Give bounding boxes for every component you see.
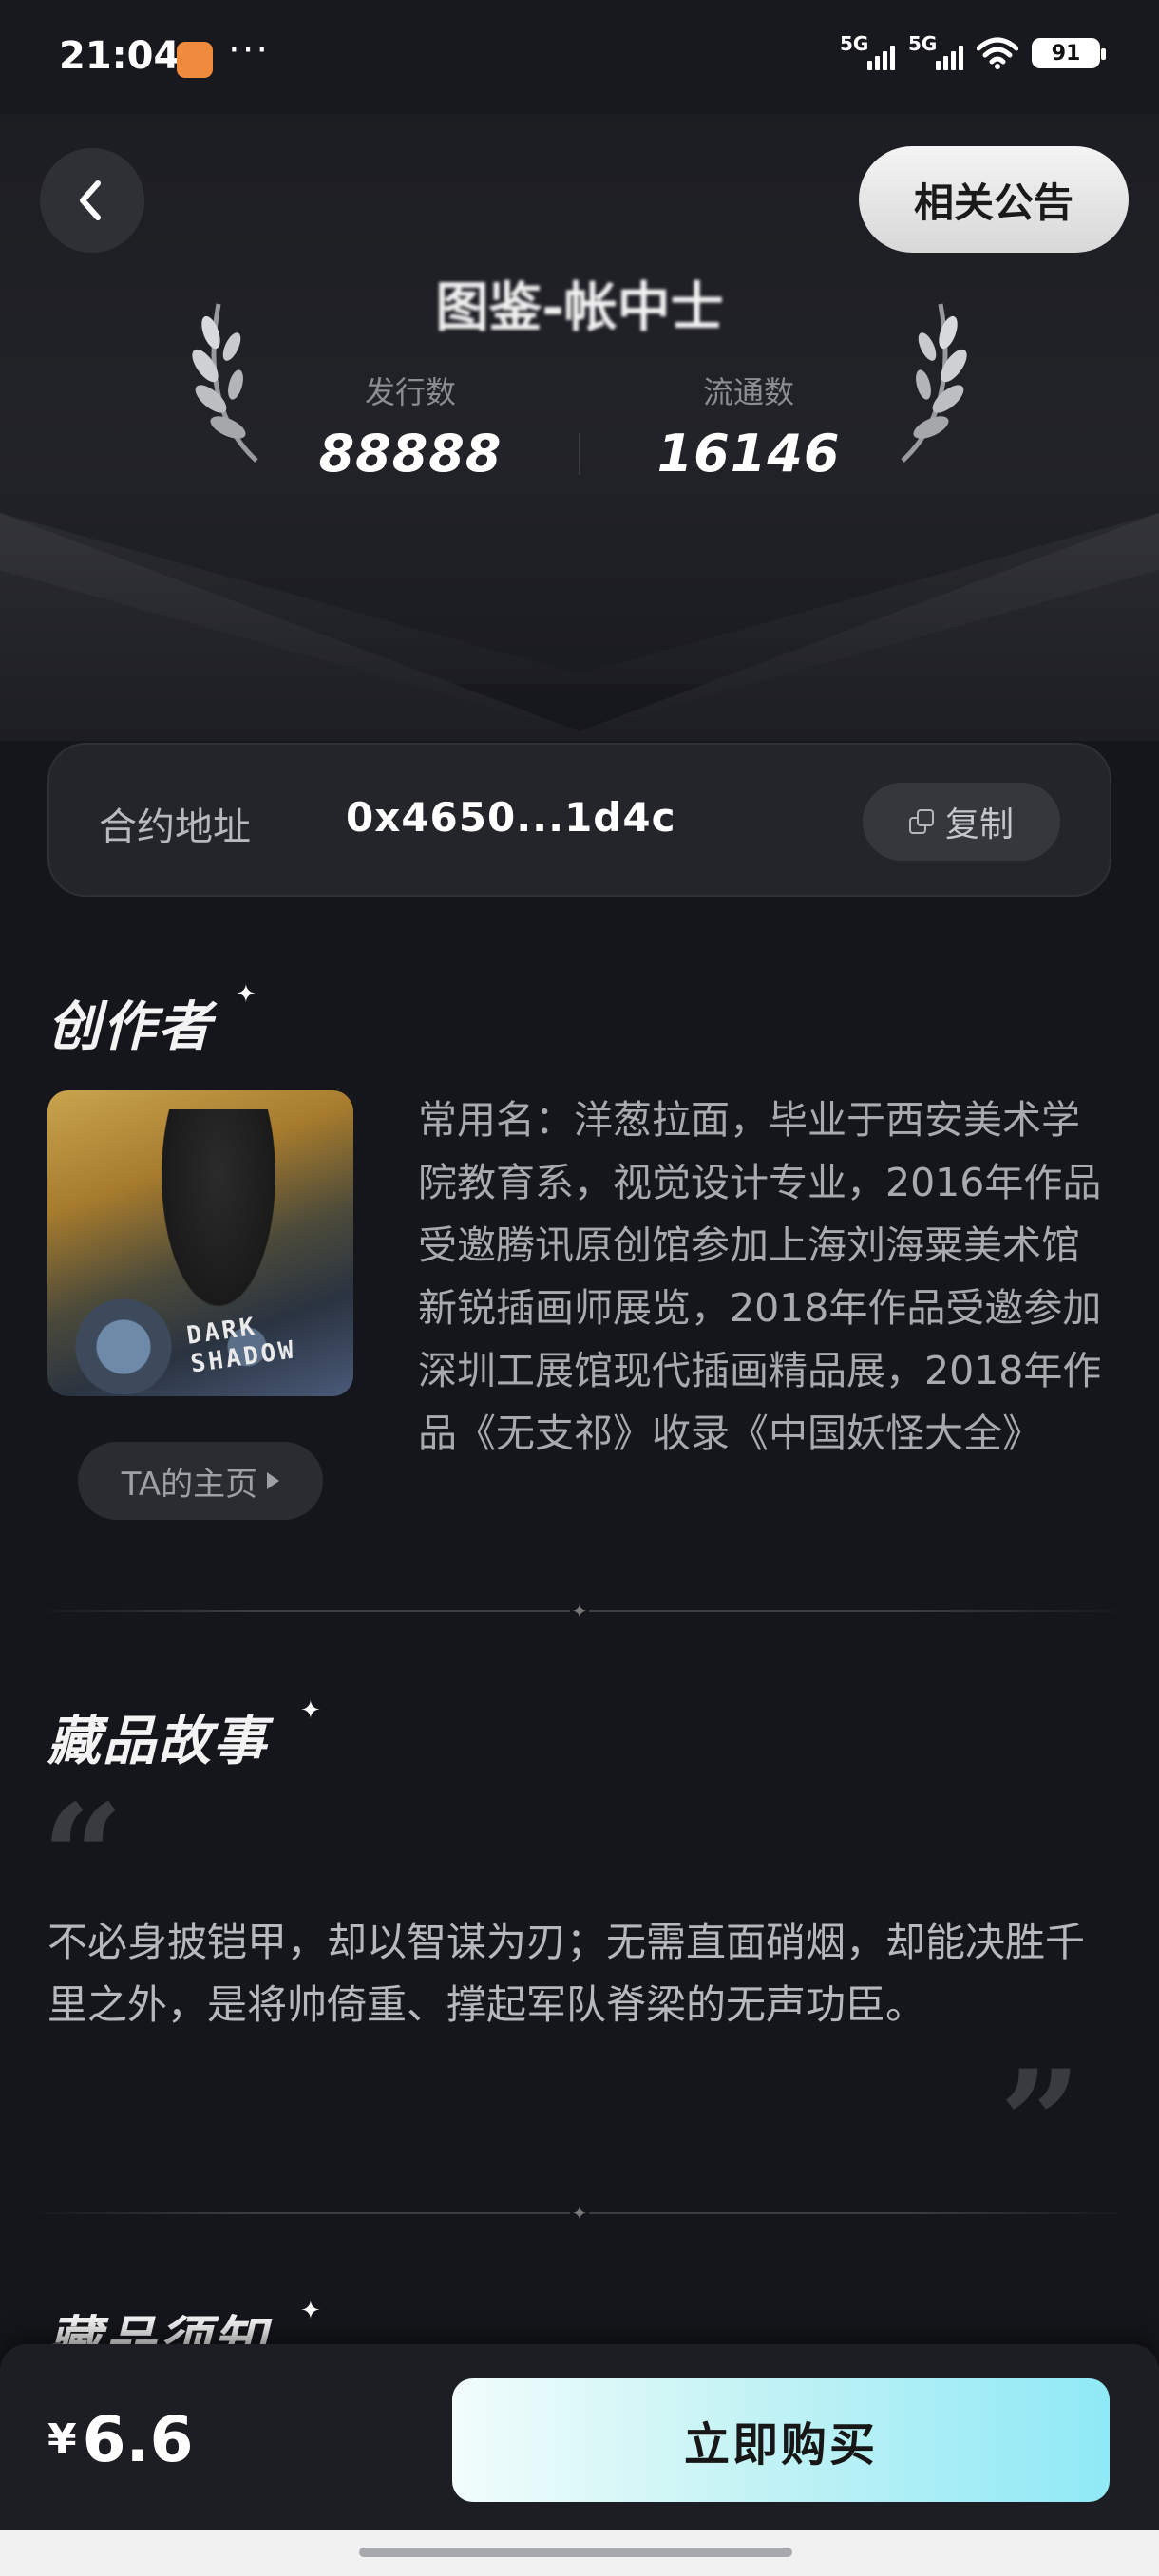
app-notification-icon (177, 42, 213, 78)
copy-icon (908, 809, 934, 834)
creator-homepage-button[interactable]: TA的主页 (78, 1442, 323, 1520)
story-text: 不必身披铠甲，却以智谋为刃；无需直面硝烟，却能决胜千里之外，是将帅倚重、撑起军队… (48, 1919, 1086, 2028)
collection-title: 图鉴-帐中士 (435, 277, 724, 332)
creator-section-title: 创作者 (48, 996, 213, 1058)
signal-icon: 5G (840, 32, 895, 70)
creator-bio: 常用名：洋葱拉面，毕业于西安美术学院教育系，视觉设计专业，2016年作品受邀腾讯… (418, 1097, 1102, 1456)
circulation-count-stat: 流通数 16146 (606, 369, 891, 483)
laurel-right-icon (901, 303, 967, 463)
wifi-icon (977, 37, 1018, 69)
status-icons: 5G 5G 91 (840, 32, 1106, 70)
laurel-left-icon (192, 303, 258, 463)
issue-count-label: 发行数 (364, 374, 456, 410)
stat-divider (579, 433, 580, 475)
status-time: 21:04 (59, 34, 180, 78)
creator-avatar[interactable]: DARK SHADOW (48, 1090, 353, 1396)
issue-count-stat: 发行数 88888 (268, 369, 553, 483)
contract-address-value: 0x4650...1d4c (346, 794, 676, 841)
sparkle-icon: ✦ (300, 1696, 321, 1725)
issue-count-value: 88888 (318, 424, 503, 483)
sparkle-icon: ✦ (236, 980, 256, 1009)
related-notice-button[interactable]: 相关公告 (859, 146, 1129, 253)
creator-homepage-label: TA的主页 (121, 1465, 258, 1504)
price-currency: ¥ (48, 2415, 77, 2464)
price: ¥6.6 (48, 2403, 194, 2476)
quote-close-icon: ” (999, 2052, 1082, 2166)
back-button[interactable] (40, 148, 144, 253)
price-value: 6.6 (82, 2403, 194, 2476)
more-notifications-icon: ··· (228, 28, 271, 72)
contract-address-card: 合约地址 0x4650...1d4c 复制 (48, 743, 1112, 897)
story-section-title: 藏品故事 (48, 1711, 268, 1772)
home-indicator[interactable] (359, 2548, 792, 2557)
sparkle-icon: ✦ (300, 2297, 321, 2325)
section-divider: ✦ (28, 1601, 1130, 1620)
circulation-count-value: 16146 (656, 424, 841, 483)
buy-now-button[interactable]: 立即购买 (452, 2378, 1110, 2502)
section-divider: ✦ (28, 2204, 1130, 2223)
contract-address-label: 合约地址 (99, 805, 251, 849)
status-bar: 21:04 ··· 5G 5G 91 (0, 0, 1159, 114)
copy-address-button[interactable]: 复制 (863, 783, 1060, 861)
signal-icon: 5G (908, 32, 963, 70)
battery-icon: 91 (1032, 38, 1106, 68)
chevron-left-icon (80, 180, 101, 220)
circulation-count-label: 流通数 (702, 374, 794, 410)
quote-open-icon: “ (42, 1786, 124, 1900)
play-triangle-icon (267, 1472, 280, 1489)
copy-button-label: 复制 (944, 805, 1014, 844)
